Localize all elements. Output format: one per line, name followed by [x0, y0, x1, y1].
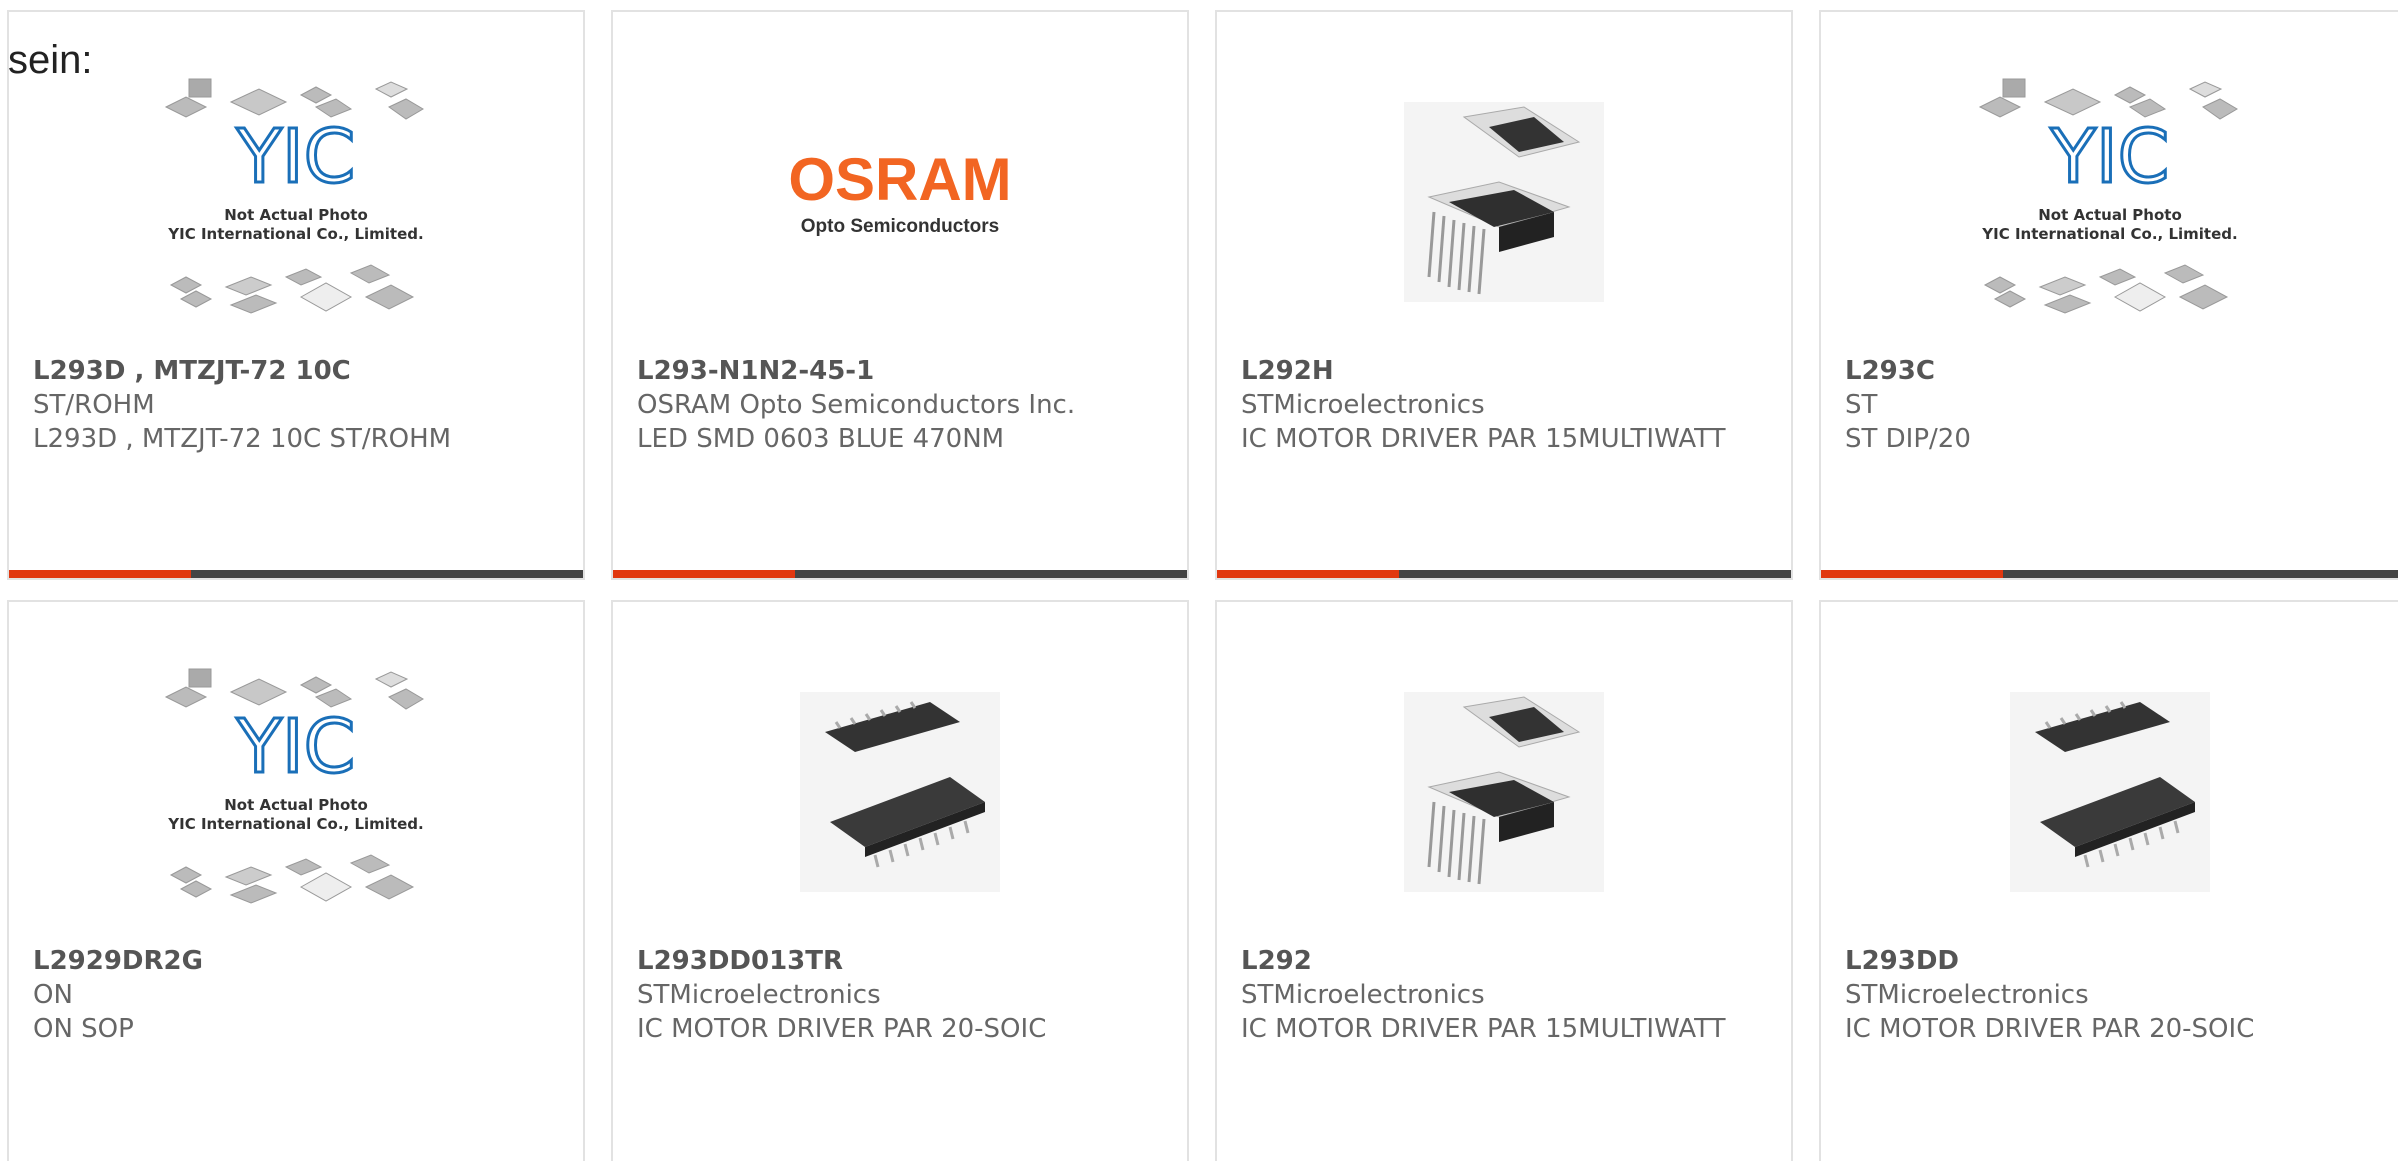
intro-text: sein: — [8, 38, 93, 82]
svg-text:Not Actual Photo: Not Actual Photo — [224, 796, 368, 814]
description: IC MOTOR DRIVER PAR 20-SOIC — [1845, 1014, 2255, 1044]
soic-chip-image — [2009, 692, 2210, 892]
svg-text:YIC: YIC — [2049, 114, 2169, 200]
soic-chip-image — [800, 692, 1000, 892]
product-card[interactable]: L293DD STMicroelectronics IC MOTOR DRIVE… — [1819, 600, 2398, 1161]
product-card[interactable]: YIC Not Actual Photo YIC International C… — [1819, 10, 2398, 580]
description: L293D , MTZJT-72 10C ST/ROHM — [33, 424, 452, 454]
manufacturer: STMicroelectronics — [637, 980, 881, 1010]
svg-text:Not Actual Photo: Not Actual Photo — [224, 206, 368, 224]
part-number[interactable]: L293DD013TR — [637, 944, 1163, 978]
manufacturer: STMicroelectronics — [1845, 980, 2089, 1010]
product-info: L293-N1N2-45-1 OSRAM Opto Semiconductors… — [637, 354, 1163, 456]
description: IC MOTOR DRIVER PAR 20-SOIC — [637, 1014, 1047, 1044]
svg-text:Not Actual Photo: Not Actual Photo — [2038, 206, 2182, 224]
product-image[interactable]: OSRAM Opto Semiconductors — [613, 52, 1187, 352]
yic-placeholder-image: YIC Not Actual Photo YIC International C… — [1978, 78, 2238, 314]
product-card[interactable]: L293DD013TR STMicroelectronics IC MOTOR … — [611, 600, 1189, 1161]
product-image[interactable] — [1821, 642, 2398, 942]
osram-logo-image: OSRAM Opto Semiconductors — [788, 146, 1011, 237]
product-card[interactable]: L292 STMicroelectronics IC MOTOR DRIVER … — [1215, 600, 1793, 1161]
part-number[interactable]: L292H — [1241, 354, 1767, 388]
svg-text:OSRAM: OSRAM — [788, 146, 1011, 213]
product-info: L292 STMicroelectronics IC MOTOR DRIVER … — [1241, 944, 1767, 1046]
product-image[interactable] — [613, 642, 1187, 942]
product-info: L293DD STMicroelectronics IC MOTOR DRIVE… — [1845, 944, 2374, 1046]
product-info: L293C ST ST DIP/20 — [1845, 354, 2374, 456]
card-bottom-bar — [1821, 570, 2398, 578]
manufacturer: OSRAM Opto Semiconductors Inc. — [637, 390, 1076, 420]
product-card[interactable]: OSRAM Opto Semiconductors L293-N1N2-45-1… — [611, 10, 1189, 580]
part-number[interactable]: L2929DR2G — [33, 944, 559, 978]
part-number[interactable]: L293C — [1845, 354, 2374, 388]
card-bottom-bar — [613, 570, 1187, 578]
product-image[interactable] — [1217, 52, 1791, 352]
part-number[interactable]: L292 — [1241, 944, 1767, 978]
product-image[interactable] — [1217, 642, 1791, 942]
manufacturer: STMicroelectronics — [1241, 980, 1485, 1010]
product-card[interactable]: YIC Not Actual Photo YIC International C… — [7, 10, 585, 580]
manufacturer: ON — [33, 980, 73, 1010]
svg-text:YIC International Co., Limited: YIC International Co., Limited. — [167, 815, 423, 833]
svg-text:YIC International Co., Limited: YIC International Co., Limited. — [167, 225, 423, 243]
svg-text:YIC International Co., Limited: YIC International Co., Limited. — [1981, 225, 2237, 243]
svg-text:YIC: YIC — [236, 114, 356, 200]
svg-text:Opto Semiconductors: Opto Semiconductors — [801, 216, 999, 237]
description: ST DIP/20 — [1845, 424, 1971, 454]
product-image[interactable]: YIC Not Actual Photo YIC International C… — [9, 642, 583, 942]
product-info: L292H STMicroelectronics IC MOTOR DRIVER… — [1241, 354, 1767, 456]
yic-placeholder-image: YIC Not Actual Photo YIC International C… — [164, 668, 424, 904]
product-image[interactable]: YIC Not Actual Photo YIC International C… — [1821, 52, 2398, 352]
manufacturer: ST/ROHM — [33, 390, 155, 420]
multiwatt-chip-image — [1404, 692, 1604, 892]
yic-placeholder-image: YIC Not Actual Photo YIC International C… — [164, 78, 424, 314]
product-card[interactable]: YIC Not Actual Photo YIC International C… — [7, 600, 585, 1161]
multiwatt-chip-image — [1404, 102, 1604, 302]
card-bottom-bar — [9, 570, 583, 578]
part-number[interactable]: L293DD — [1845, 944, 2374, 978]
svg-text:YIC: YIC — [236, 704, 356, 790]
manufacturer: ST — [1845, 390, 1878, 420]
part-number[interactable]: L293D , MTZJT-72 10C — [33, 354, 559, 388]
product-card[interactable]: L292H STMicroelectronics IC MOTOR DRIVER… — [1215, 10, 1793, 580]
manufacturer: STMicroelectronics — [1241, 390, 1485, 420]
description: IC MOTOR DRIVER PAR 15MULTIWATT — [1241, 424, 1726, 454]
description: IC MOTOR DRIVER PAR 15MULTIWATT — [1241, 1014, 1726, 1044]
part-number[interactable]: L293-N1N2-45-1 — [637, 354, 1163, 388]
product-info: L293DD013TR STMicroelectronics IC MOTOR … — [637, 944, 1163, 1046]
product-info: L293D , MTZJT-72 10C ST/ROHM L293D , MTZ… — [33, 354, 559, 456]
product-image[interactable]: YIC Not Actual Photo YIC International C… — [9, 52, 583, 352]
product-info: L2929DR2G ON ON SOP — [33, 944, 559, 1046]
card-bottom-bar — [1217, 570, 1791, 578]
description: LED SMD 0603 BLUE 470NM — [637, 424, 1005, 454]
description: ON SOP — [33, 1014, 134, 1044]
